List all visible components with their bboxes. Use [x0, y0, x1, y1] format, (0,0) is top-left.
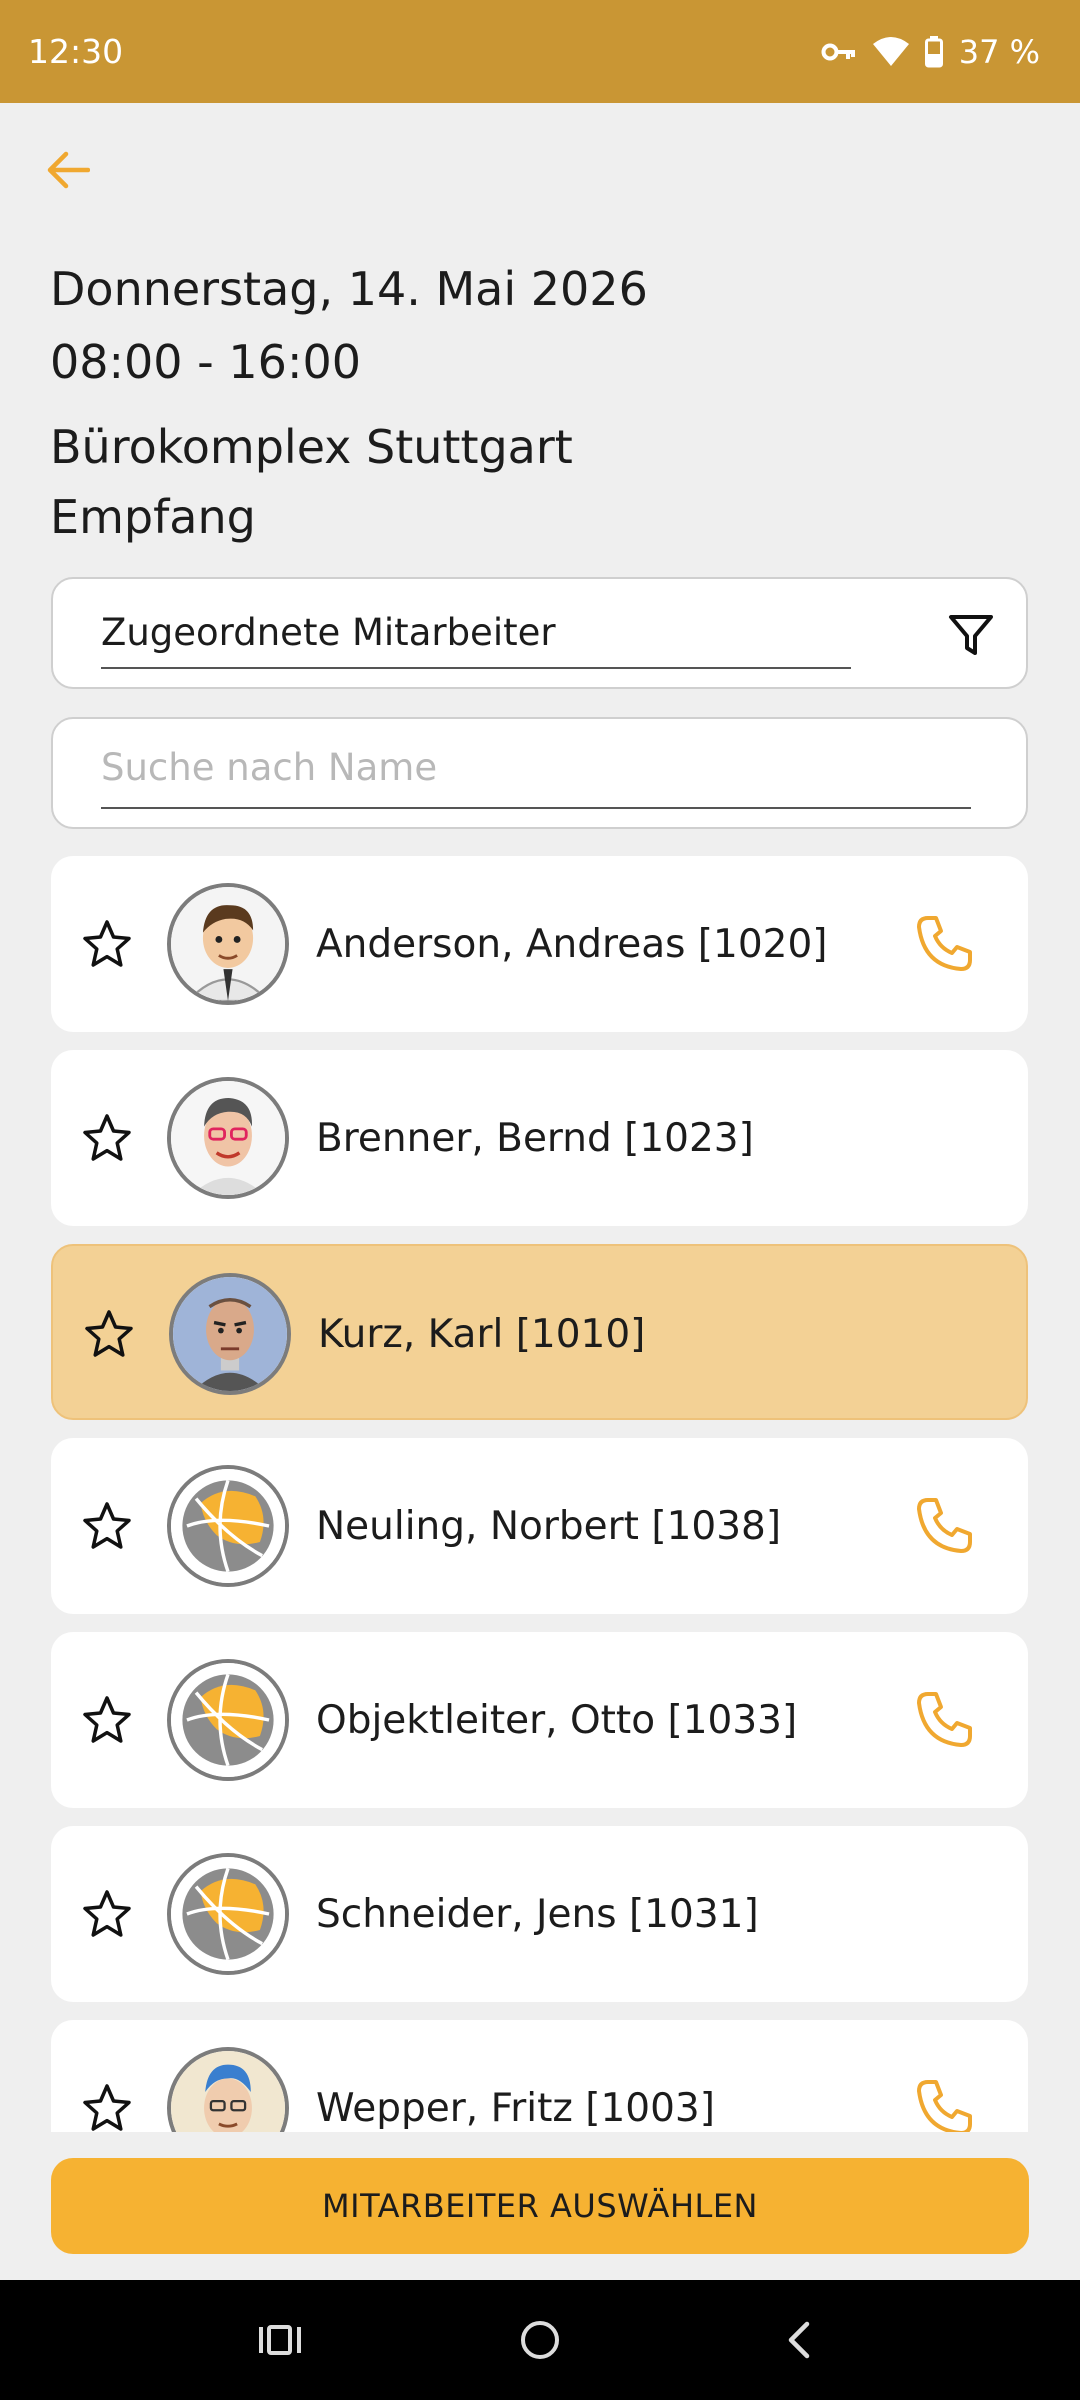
- default-globe-avatar-icon: [171, 1857, 285, 1971]
- employee-row-selected[interactable]: Kurz, Karl [1010]: [51, 1244, 1028, 1420]
- home-icon[interactable]: [510, 2310, 570, 2370]
- status-icons: 37 %: [821, 33, 1040, 71]
- avatar: [167, 883, 289, 1005]
- avatar: [167, 1077, 289, 1199]
- shift-location: Bürokomplex Stuttgart: [50, 420, 573, 474]
- employee-filter-select[interactable]: Zugeordnete Mitarbeiter: [51, 577, 1028, 689]
- shift-date: Donnerstag, 14. Mai 2026: [50, 262, 648, 316]
- avatar: [167, 1853, 289, 1975]
- cartoon-man-avatar-icon: [171, 887, 285, 1001]
- favorite-star-icon[interactable]: [81, 918, 133, 970]
- favorite-star-icon[interactable]: [81, 1112, 133, 1164]
- default-globe-avatar-icon: [171, 1469, 285, 1583]
- employee-row[interactable]: Anderson, Andreas [1020]: [51, 856, 1028, 1032]
- arrow-left-icon: [47, 151, 90, 189]
- employee-name: Schneider, Jens [1031]: [316, 1892, 759, 1937]
- favorite-star-icon[interactable]: [81, 1500, 133, 1552]
- employee-row[interactable]: Brenner, Bernd [1023]: [51, 1050, 1028, 1226]
- filter-icon[interactable]: [946, 609, 996, 659]
- status-bar: 12:30 37 %: [0, 0, 1080, 103]
- avatar: [167, 2047, 289, 2132]
- cartoon-glasses-avatar-icon: [171, 1081, 285, 1195]
- avatar: [167, 1465, 289, 1587]
- phone-icon[interactable]: [912, 2076, 976, 2132]
- back-button[interactable]: [36, 138, 100, 202]
- favorite-star-icon[interactable]: [81, 1888, 133, 1940]
- favorite-star-icon[interactable]: [81, 2082, 133, 2132]
- employee-row[interactable]: Wepper, Fritz [1003]: [51, 2020, 1028, 2132]
- back-nav-icon[interactable]: [770, 2310, 830, 2370]
- avatar: [169, 1273, 291, 1395]
- employee-row[interactable]: Schneider, Jens [1031]: [51, 1826, 1028, 2002]
- recent-apps-icon[interactable]: [250, 2310, 310, 2370]
- favorite-star-icon[interactable]: [81, 1694, 133, 1746]
- phone-icon[interactable]: [912, 1494, 976, 1558]
- filter-value: Zugeordnete Mitarbeiter: [101, 611, 556, 654]
- cartoon-bald-man-avatar-icon: [173, 1277, 287, 1391]
- employee-name: Neuling, Norbert [1038]: [316, 1504, 782, 1549]
- employee-name: Anderson, Andreas [1020]: [316, 922, 828, 967]
- favorite-star-icon[interactable]: [83, 1308, 135, 1360]
- battery-level: 37 %: [958, 32, 1040, 71]
- search-input[interactable]: [101, 739, 961, 795]
- shift-area: Empfang: [50, 490, 256, 544]
- default-globe-avatar-icon: [171, 1663, 285, 1777]
- system-nav-bar: [0, 2280, 1080, 2400]
- battery-icon: [924, 35, 943, 68]
- cartoon-blue-hair-avatar-icon: [171, 2051, 285, 2132]
- wifi-icon: [872, 36, 909, 67]
- employee-name: Wepper, Fritz [1003]: [316, 2086, 715, 2131]
- search-underline: [101, 807, 971, 809]
- avatar: [167, 1659, 289, 1781]
- phone-icon[interactable]: [912, 912, 976, 976]
- status-time: 12:30: [28, 32, 124, 71]
- employee-list[interactable]: Anderson, Andreas [1020] Brenner, Bernd …: [0, 856, 1080, 2132]
- filter-underline: [101, 667, 851, 669]
- shift-time-range: 08:00 - 16:00: [50, 335, 361, 389]
- search-field[interactable]: [51, 717, 1028, 829]
- employee-name: Brenner, Bernd [1023]: [316, 1116, 754, 1161]
- employee-row[interactable]: Neuling, Norbert [1038]: [51, 1438, 1028, 1614]
- employee-name: Objektleiter, Otto [1033]: [316, 1698, 798, 1743]
- select-employee-button[interactable]: MITARBEITER AUSWÄHLEN: [51, 2158, 1029, 2254]
- vpn-key-icon: [821, 41, 857, 63]
- employee-name: Kurz, Karl [1010]: [318, 1312, 646, 1357]
- employee-row[interactable]: Objektleiter, Otto [1033]: [51, 1632, 1028, 1808]
- phone-icon[interactable]: [912, 1688, 976, 1752]
